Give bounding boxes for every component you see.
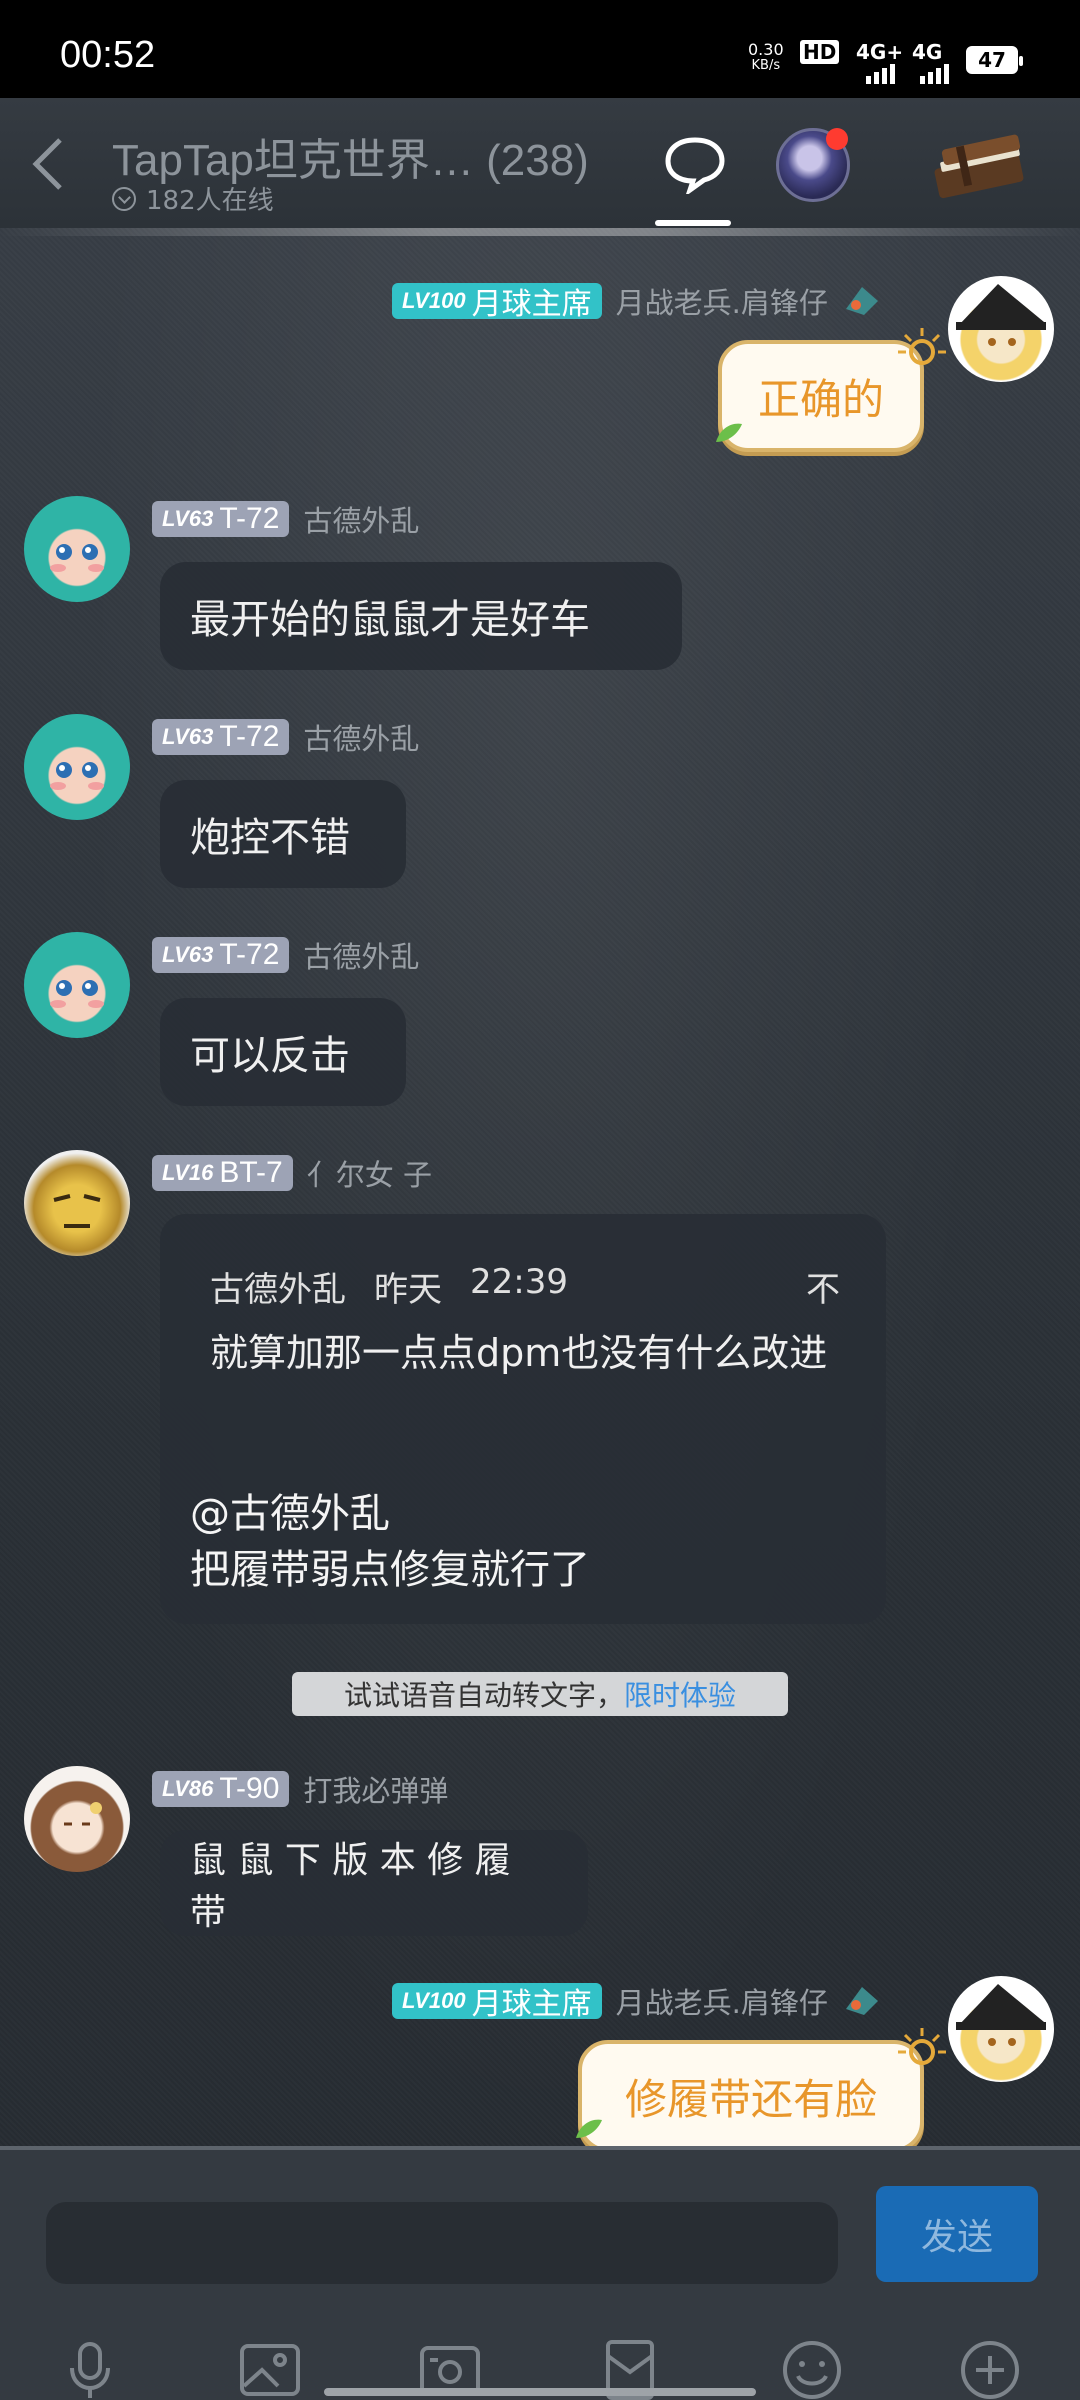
tank-icon (845, 1987, 878, 2015)
message-meta: LV16 BT-7 亻尔女 子 (152, 1152, 432, 1194)
username[interactable]: 月战老兵.肩锋仔 (616, 1980, 828, 2022)
level-badge: LV63 T-72 (152, 501, 290, 537)
message-bubble[interactable]: 修履带还有脸 (578, 2040, 924, 2152)
online-count[interactable]: 182人在线 (112, 180, 274, 217)
chat-bubble-icon[interactable] (660, 134, 730, 194)
group-title[interactable]: TapTap坦克世界… (238) (112, 124, 589, 188)
username[interactable]: 打我必弹弹 (303, 1768, 448, 1810)
quote-collapse-toggle[interactable]: 不 (806, 1262, 840, 1311)
level-badge: LV16 BT-7 (152, 1155, 293, 1191)
chevron-down-icon (112, 186, 136, 211)
username[interactable]: 古德外乱 (303, 934, 419, 976)
status-bar: 00:52 0.30 KB/s HD 4G+ 4G 47 (0, 0, 1080, 98)
voice-to-text-tip[interactable]: 试试语音自动转文字， 限时体验 (292, 1672, 788, 1716)
header-divider (0, 228, 1080, 236)
battery-icon: 47 (966, 46, 1023, 74)
message-bubble[interactable]: 鼠 鼠 下 版 本 修 履 带 (160, 1830, 588, 1936)
back-arrow-icon[interactable] (24, 134, 74, 194)
avatar[interactable] (948, 1976, 1054, 2082)
reply-message-bubble[interactable]: 古德外乱 昨天 22:39 不 就算加那一点点dpm也没有什么改进 @古德外乱 … (160, 1214, 886, 1624)
quoted-text: 就算加那一点点dpm也没有什么改进 (210, 1331, 828, 1375)
avatar[interactable] (24, 714, 130, 820)
sun-icon (898, 2028, 946, 2065)
message-bubble[interactable]: 炮控不错 (160, 780, 406, 888)
signal-1-icon (866, 58, 895, 84)
quote-header: 古德外乱 昨天 22:39 (210, 1262, 568, 1310)
book-icon[interactable] (930, 132, 1030, 202)
microphone-icon[interactable] (58, 2338, 122, 2400)
leaf-icon (576, 2119, 602, 2138)
emoji-icon[interactable] (780, 2338, 844, 2400)
avatar[interactable] (24, 932, 130, 1038)
level-badge: LV63 T-72 (152, 719, 290, 755)
message-meta: LV63 T-72 古德外乱 (152, 716, 419, 758)
message-bubble[interactable]: 最开始的鼠鼠才是好车 (160, 562, 682, 670)
username[interactable]: 月战老兵.肩锋仔 (616, 280, 828, 322)
username[interactable]: 古德外乱 (303, 498, 419, 540)
notification-dot (826, 128, 848, 150)
message-meta: LV100 月球主席 月战老兵.肩锋仔 (392, 1980, 882, 2022)
level-badge: LV100 月球主席 (392, 283, 602, 321)
message-meta: LV63 T-72 古德外乱 (152, 498, 419, 540)
message-bubble[interactable]: 可以反击 (160, 998, 406, 1106)
avatar[interactable] (24, 496, 130, 602)
hd-indicator: HD (800, 40, 840, 64)
level-badge: LV63 T-72 (152, 937, 290, 973)
message-bubble[interactable]: 正确的 (718, 340, 924, 452)
avatar[interactable] (24, 1150, 130, 1256)
network-speed: 0.30 KB/s (748, 40, 784, 74)
image-icon[interactable] (238, 2338, 302, 2400)
message-meta: LV86 T-90 打我必弹弹 (152, 1768, 448, 1810)
signal-2-icon (920, 58, 949, 84)
message-input[interactable] (46, 2202, 838, 2284)
chat-header: TapTap坦克世界… (238) 182人在线 (0, 98, 1080, 228)
avatar[interactable] (24, 1766, 130, 1872)
home-indicator[interactable] (324, 2388, 756, 2396)
username[interactable]: 古德外乱 (303, 716, 419, 758)
reply-text: @古德外乱 把履带弱点修复就行了 (190, 1491, 590, 1593)
active-tab-indicator (655, 220, 731, 226)
clock: 00:52 (60, 34, 156, 76)
limited-trial-link[interactable]: 限时体验 (624, 1674, 736, 1714)
username[interactable]: 亻尔女 子 (307, 1152, 432, 1194)
leaf-icon (716, 423, 742, 442)
message-meta: LV100 月球主席 月战老兵.肩锋仔 (392, 280, 882, 322)
level-badge: LV100 月球主席 (392, 1983, 602, 2021)
avatar[interactable] (948, 276, 1054, 382)
level-badge: LV86 T-90 (152, 1771, 290, 1807)
send-button[interactable]: 发送 (876, 2186, 1038, 2282)
sun-icon (898, 328, 946, 365)
message-meta: LV63 T-72 古德外乱 (152, 934, 419, 976)
plus-icon[interactable] (958, 2338, 1022, 2400)
tank-icon (845, 287, 878, 315)
composer-bar: 发送 (0, 2146, 1080, 2400)
